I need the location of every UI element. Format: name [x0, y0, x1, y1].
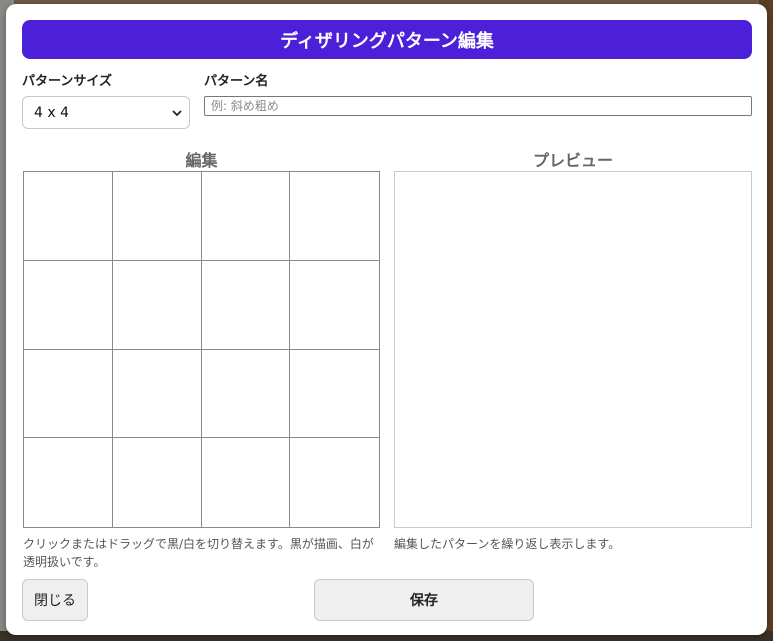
- editor-help-text: クリックまたはドラッグで黒/白を切り替えます。黒が描画、白が透明扱いです。: [23, 537, 374, 569]
- save-button[interactable]: 保存: [314, 579, 534, 621]
- chevron-down-icon: [172, 109, 182, 116]
- pattern-cell[interactable]: [201, 260, 291, 350]
- pattern-cell[interactable]: [24, 260, 113, 350]
- pattern-cell[interactable]: [24, 172, 113, 261]
- pattern-name-label: パターン名: [204, 74, 269, 89]
- pattern-cell[interactable]: [201, 438, 291, 527]
- preview-title: プレビュー: [532, 151, 613, 170]
- pattern-name-input[interactable]: [204, 96, 752, 116]
- pattern-cell[interactable]: [112, 172, 202, 261]
- pattern-cell[interactable]: [290, 260, 379, 350]
- pattern-cell[interactable]: [112, 438, 202, 527]
- close-button[interactable]: 閉じる: [22, 579, 88, 621]
- pattern-cell[interactable]: [112, 349, 202, 439]
- pattern-cell[interactable]: [201, 172, 291, 261]
- pattern-cell[interactable]: [290, 438, 379, 527]
- pattern-cell[interactable]: [290, 172, 379, 261]
- pattern-cell[interactable]: [290, 349, 379, 439]
- preview-help-text: 編集したパターンを繰り返し表示します。: [394, 537, 621, 551]
- pattern-edit-grid[interactable]: [23, 171, 380, 528]
- pattern-editor-dialog: ディザリングパターン編集 パターンサイズ 4 x 4 パターン名 編集 プレビュ…: [6, 4, 767, 635]
- pattern-cell[interactable]: [24, 438, 113, 527]
- dialog-title: ディザリングパターン編集: [22, 20, 752, 59]
- pattern-cell[interactable]: [24, 349, 113, 439]
- pattern-cell[interactable]: [112, 260, 202, 350]
- pattern-cell[interactable]: [201, 349, 291, 439]
- editor-title: 編集: [185, 151, 218, 170]
- pattern-size-label: パターンサイズ: [22, 74, 112, 89]
- pattern-size-select[interactable]: 4 x 4: [22, 96, 190, 129]
- pattern-preview-area: [394, 171, 752, 528]
- pattern-size-value: 4 x 4: [34, 104, 69, 121]
